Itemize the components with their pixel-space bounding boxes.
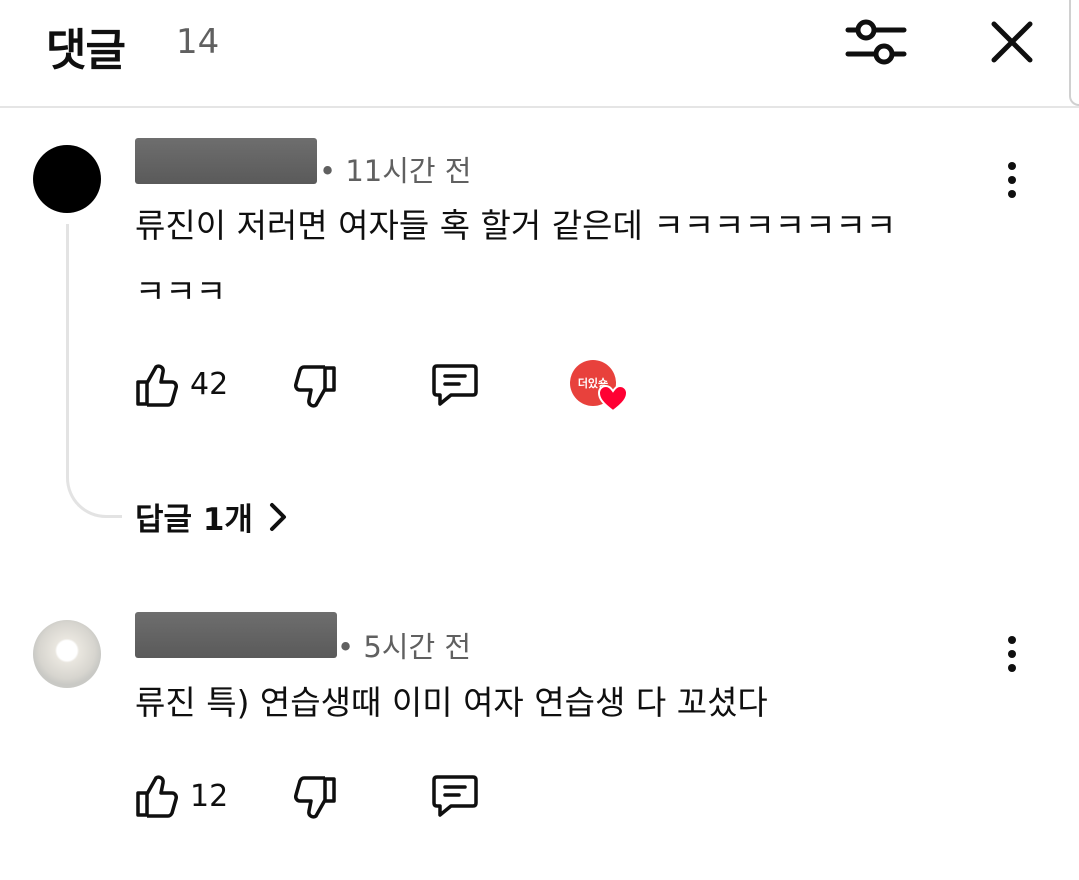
username-redacted[interactable] — [135, 612, 337, 658]
close-icon — [991, 21, 1033, 63]
reply-button[interactable] — [431, 362, 479, 412]
reply-button[interactable] — [431, 773, 479, 823]
comment-text-line: 류진이 저러면 여자들 혹 할거 같은데 ㅋㅋㅋㅋㅋㅋㅋㅋ — [135, 206, 897, 245]
more-vert-icon — [1008, 636, 1016, 644]
filter-icon — [845, 19, 907, 65]
like-button[interactable] — [134, 773, 180, 823]
like-count: 12 — [190, 779, 229, 814]
thumb-up-icon — [136, 364, 178, 407]
like-count: 42 — [190, 367, 229, 402]
replies-label: 답글 1개 — [135, 502, 253, 538]
dislike-button[interactable] — [292, 775, 338, 825]
chevron-right-icon — [269, 502, 286, 531]
comment-text-line: ㅋㅋㅋ — [135, 272, 227, 311]
comment-text-line: 류진 특) 연습생때 이미 여자 연습생 다 꼬셨다 — [135, 683, 768, 722]
reply-icon — [432, 364, 478, 406]
username-redacted[interactable] — [135, 138, 317, 184]
thread-connector-line — [66, 224, 122, 518]
creator-heart-badge: 더있숑 — [570, 360, 630, 414]
view-replies-button[interactable]: 답글 1개 — [135, 494, 289, 539]
dislike-button[interactable] — [292, 364, 338, 414]
sort-filter-button[interactable] — [842, 12, 910, 72]
comments-header: 댓글 14 — [0, 0, 1079, 108]
comment-text: 류진 특) 연습생때 이미 여자 연습생 다 꼬셨다 — [135, 670, 768, 736]
comment-count: 14 — [176, 22, 220, 62]
page-title: 댓글 — [46, 25, 126, 76]
close-button[interactable] — [982, 12, 1042, 72]
thumb-down-icon — [294, 776, 336, 819]
heart-icon — [598, 385, 628, 413]
comment-text: 류진이 저러면 여자들 혹 할거 같은데 ㅋㅋㅋㅋㅋㅋㅋㅋ ㅋㅋㅋ — [135, 193, 896, 325]
avatar[interactable] — [33, 145, 101, 213]
thumb-up-icon — [136, 775, 178, 818]
comment-timestamp: • 11시간 전 — [319, 154, 472, 188]
comment-timestamp: • 5시간 전 — [337, 630, 472, 664]
more-options-button[interactable] — [998, 158, 1026, 206]
scrollbar-edge — [1069, 0, 1079, 106]
more-vert-icon — [1008, 162, 1016, 170]
avatar[interactable] — [33, 620, 101, 688]
more-options-button[interactable] — [998, 632, 1026, 680]
like-button[interactable] — [134, 362, 180, 412]
thumb-down-icon — [294, 365, 336, 408]
reply-icon — [432, 775, 478, 817]
